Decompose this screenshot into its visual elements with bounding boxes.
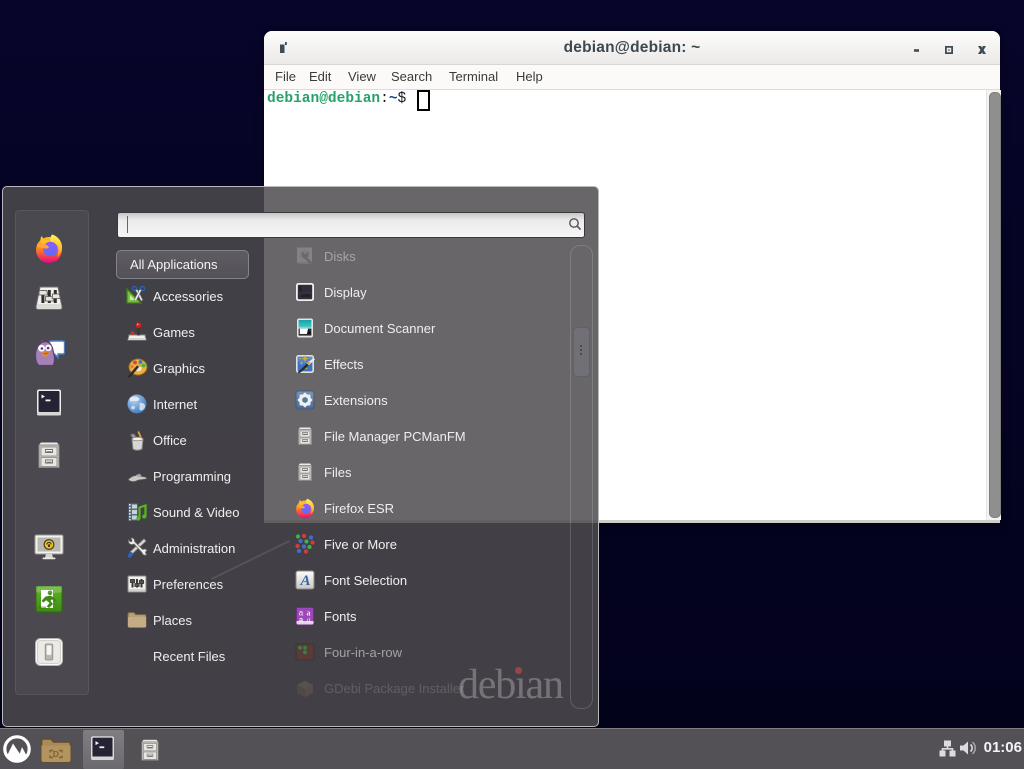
svg-text:a: a [299,616,304,625]
svg-text:A: A [299,573,310,589]
svg-text:D: D [53,749,59,759]
svg-text:a: a [307,616,311,625]
